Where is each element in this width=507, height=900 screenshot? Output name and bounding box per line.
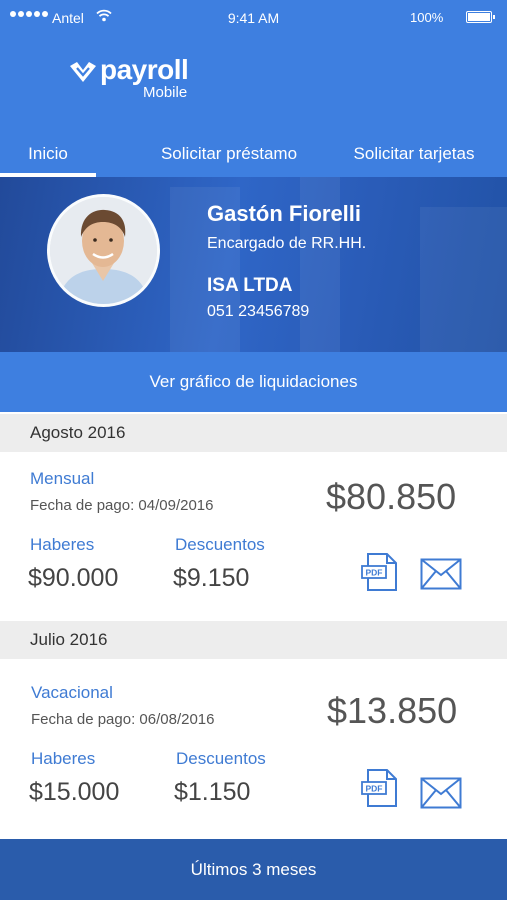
email-icon[interactable] (420, 558, 462, 595)
payslip-pay-date: Fecha de pago: 04/09/2016 (30, 497, 214, 514)
descuentos-label: Descuentos (176, 749, 266, 768)
haberes-amount: $15.000 (29, 778, 120, 806)
payslip-card-august[interactable]: Mensual Fecha de pago: 04/09/2016 $80.85… (0, 452, 507, 620)
tab-bar: Inicio Solicitar préstamo Solicitar tarj… (0, 130, 507, 177)
haberes-label: Haberes (31, 749, 96, 768)
profile-banner: Gastón Fiorelli Encargado de RR.HH. ISA … (0, 177, 507, 352)
descuentos-label: Descuentos (175, 535, 265, 554)
logo-subtitle: Mobile (143, 84, 188, 101)
payslip-type: Mensual (30, 469, 95, 488)
descuentos-amount: $1.150 (174, 778, 251, 806)
background-decoration (420, 207, 507, 352)
last-three-months-button[interactable]: Últimos 3 meses (0, 839, 507, 900)
month-header-august: Agosto 2016 (0, 414, 507, 452)
profile-phone: 051 23456789 (207, 303, 310, 320)
payslip-type: Vacacional (31, 683, 113, 702)
logo-mark-icon (68, 60, 98, 89)
email-icon[interactable] (420, 777, 462, 814)
status-bar: Antel 9:41 AM 100% (0, 0, 507, 34)
profile-name: Gastón Fiorelli (207, 201, 362, 226)
view-chart-button[interactable]: Ver gráfico de liquidaciones (0, 352, 507, 412)
payslip-net-amount: $80.850 (326, 476, 457, 517)
profile-company: ISA LTDA (207, 275, 293, 296)
haberes-label: Haberes (30, 535, 95, 554)
payslip-card-july[interactable]: Vacacional Fecha de pago: 06/08/2016 $13… (0, 659, 507, 838)
payslip-net-amount: $13.850 (327, 690, 458, 731)
tab-solicitar-tarjetas[interactable]: Solicitar tarjetas (340, 130, 488, 177)
haberes-amount: $90.000 (28, 564, 119, 592)
tab-inicio[interactable]: Inicio (0, 130, 96, 177)
battery-percent: 100% (410, 10, 444, 25)
descuentos-amount: $9.150 (173, 564, 250, 592)
app-header: payroll Mobile Inicio Solicitar préstamo… (0, 34, 507, 177)
profile-role: Encargado de RR.HH. (207, 235, 367, 252)
svg-text:PDF: PDF (366, 784, 383, 794)
svg-text:PDF: PDF (366, 568, 383, 578)
pdf-icon[interactable]: PDF (360, 552, 400, 597)
avatar (47, 194, 160, 307)
pdf-icon[interactable]: PDF (360, 768, 400, 813)
tab-solicitar-prestamo[interactable]: Solicitar préstamo (140, 130, 318, 177)
battery-icon (466, 11, 495, 23)
payslip-pay-date: Fecha de pago: 06/08/2016 (31, 711, 215, 728)
month-header-july: Julio 2016 (0, 621, 507, 659)
logo-text: payroll (100, 54, 189, 85)
